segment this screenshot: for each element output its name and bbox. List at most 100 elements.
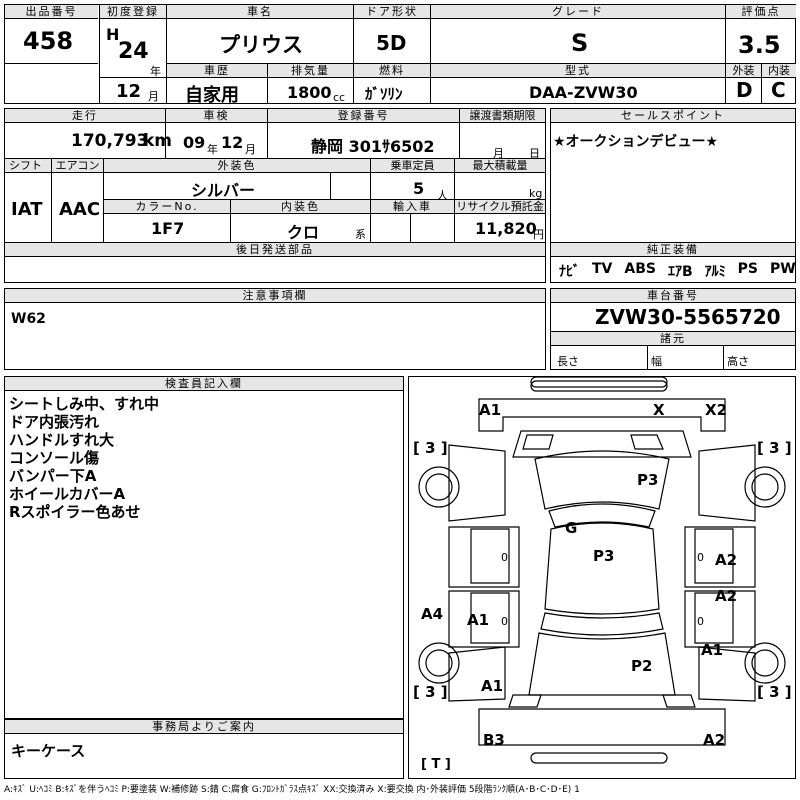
recycle-label: リサイクル預託金 [454,200,545,214]
office-label: 事務局よりご案内 [5,720,403,734]
genuine-label: 純正装備 [551,243,795,257]
genuine-item-tv: TV [592,261,613,277]
displacement-unit: cc [333,91,346,104]
tire-tread-mark: [ 3 ] [413,683,448,701]
fuel-label: 燃料 [354,64,430,78]
dims-height: 高さ [727,355,749,368]
damage-mark: P2 [631,657,653,675]
displacement-value: 1800 [287,83,332,102]
chassis-label: 車台番号 [551,289,795,303]
inspector-note: Rスポイラー色あせ [9,503,141,521]
chassis-panel: 車台番号 ZVW30-5565720 諸元 長さ 幅 高さ [550,288,796,370]
inspector-note: ハンドルすれ大 [9,431,115,449]
door-cell: ドア形状 5D [354,5,430,63]
chassis-value: ZVW30-5565720 [595,305,781,329]
grade-cell: グレード S [431,5,725,63]
score-cell: 評価点 3.5 外装 内装 D C [726,5,796,103]
recycle-value: 11,820 [475,219,537,238]
damage-mark: X [653,401,665,419]
int-color-unit: 系 [355,228,366,241]
genuine-item-abs: ABS [624,261,656,277]
lot-number: 458 [23,27,74,55]
sales-point-value: ★オークションデビュー★ [553,134,719,150]
score-int-label: 内装 [761,64,796,78]
score-ext: D [736,78,753,102]
score-ext-label: 外装 [726,64,761,78]
top-panel: 出品番号 458 初度登録 H 24 年 12 月 車名 プリウス ドア形状 5… [4,4,796,106]
inspector-note: バンパー下A [9,467,97,485]
dims-width: 幅 [651,355,662,368]
score-int: C [771,78,786,102]
first-reg-month: 12 [116,81,142,102]
genuine-item-navi: ﾅﾋﾞ [559,264,580,280]
mileage-value: 170,793 [71,131,149,151]
car-name-label: 車名 [167,5,353,19]
inspector-panel: 検査員記入欄 シートしみ中、すれ中 ドア内張汚れ ハンドルすれ大 コンソール傷 … [4,376,404,719]
damage-mark: A2 [703,731,726,749]
inspection-month: 12 [221,133,244,152]
mileage-panel: 走行 車検 登録番号 譲渡書類期限 170,793 km 09 年 12 月 静… [4,108,546,283]
model-label: 型式 [431,64,725,78]
damage-mark: A2 [715,587,738,605]
lot-cell: 出品番号 458 [5,5,98,103]
notice-value: W62 [11,311,46,327]
transfer-label: 譲渡書類期限 [459,109,545,123]
damage-mark: A1 [479,401,502,419]
damage-mark: B3 [483,731,505,749]
import-label: 輸入車 [370,200,454,214]
damage-mark: A4 [421,605,444,623]
damage-mark: A1 [481,677,504,695]
car-name-cell: 車名 プリウス [167,5,353,63]
inspector-label: 検査員記入欄 [5,377,403,391]
shift-value: IAT [11,199,43,220]
first-reg-year: 24 [118,39,149,64]
fuel-value: ｶﾞｿﾘﾝ [365,85,403,103]
ext-color-label: 外装色 [104,159,370,173]
max-load-label: 最大積載量 [454,159,545,173]
dims-label: 諸元 [551,331,795,346]
sales-point-label: セールスポイント [551,109,795,123]
capacity-label: 乗車定員 [370,159,454,173]
damage-mark: P3 [637,471,659,489]
damage-mark: P3 [593,547,615,565]
first-reg-cell: 初度登録 H 24 年 12 月 [100,5,166,103]
displacement-label: 排気量 [268,64,353,78]
color-no-value: 1F7 [151,219,185,238]
dims-length: 長さ [557,355,579,368]
score-value: 3.5 [738,31,781,59]
genuine-item-airbag: ｴｱB [667,264,693,280]
color-no-label: カラーNo. [104,200,230,214]
door-type: 5D [376,31,407,55]
inspector-note: ドア内張汚れ [9,413,100,431]
model-value: DAA-ZVW30 [529,83,638,102]
later-parts-label: 後日発送部品 [5,243,545,257]
notice-label: 注意事項欄 [5,289,545,303]
office-value: キーケース [11,742,86,760]
lot-label: 出品番号 [5,5,98,19]
door-label: ドア形状 [354,5,430,19]
inspection-label: 車検 [165,109,267,123]
tire-tread-mark: [ 3 ] [413,439,448,457]
genuine-list: ﾅﾋﾞ TV ABS ｴｱB ｱﾙﾐ PS PW [559,261,796,281]
car-outline [418,377,786,764]
damage-mark: A1 [701,641,724,659]
inspector-note: シートしみ中、すれ中 [9,395,160,413]
inspector-note: ホイールカバーA [9,485,126,503]
genuine-item-pw: PW [770,261,796,277]
shift-label: シフト [5,159,51,173]
office-panel: 事務局よりご案内 キーケース [4,719,404,779]
damage-mark: A2 [715,551,738,569]
grade-label: グレード [431,5,725,19]
mileage-label: 走行 [5,109,165,123]
damage-mark: G [565,519,578,537]
damage-mark: A1 [467,611,490,629]
car-name: プリウス [219,33,303,57]
tire-tread-mark: [ 3 ] [757,439,792,457]
damage-zero: 0 [501,551,508,564]
mileage-unit: km [143,131,173,151]
damage-diagram: A1 X X2 [ 3 ] [ 3 ] P3 G P3 0 0 A2 A2 A4… [408,376,796,779]
plate-value: 静岡 301ｻ6502 [311,137,435,156]
tire-tread-mark: [ 3 ] [757,683,792,701]
grade-value: S [571,29,589,57]
damage-zero: 0 [697,551,704,564]
